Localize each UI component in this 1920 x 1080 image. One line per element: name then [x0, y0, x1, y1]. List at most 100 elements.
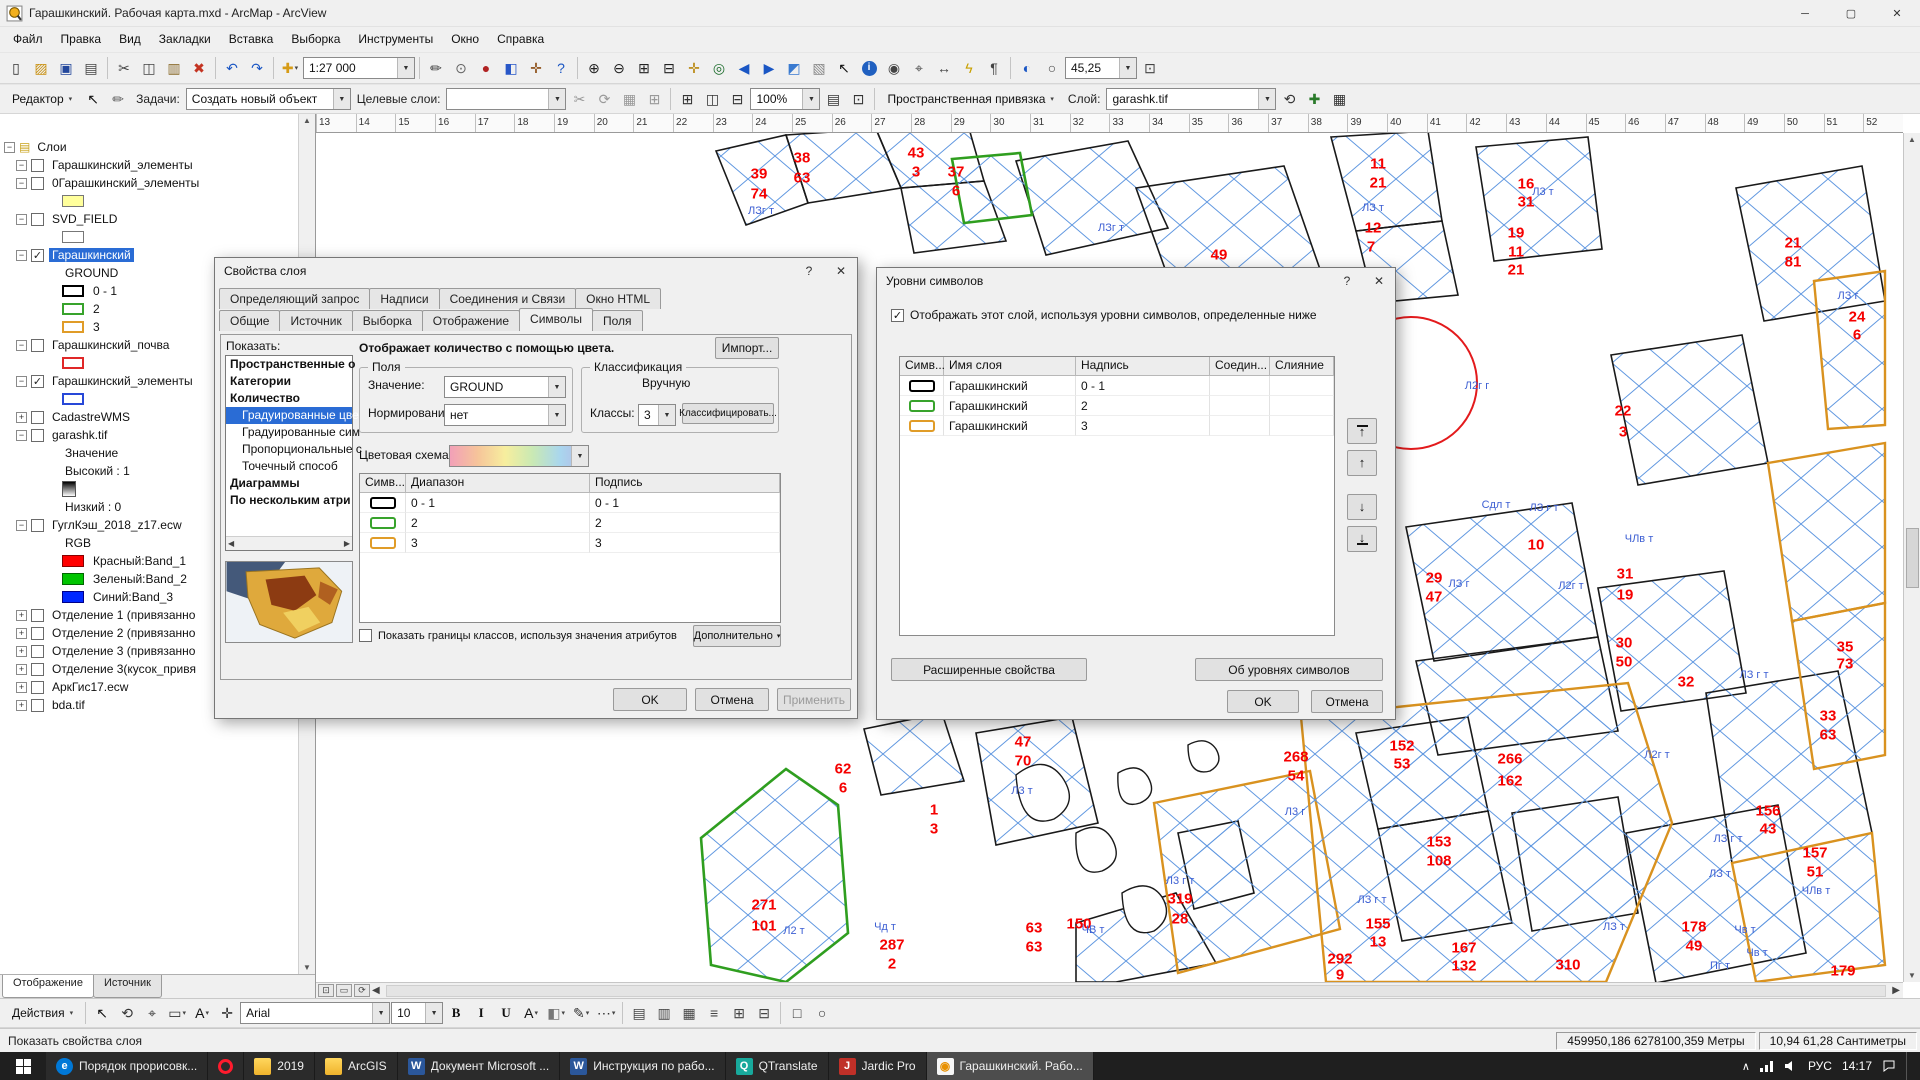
network-icon[interactable]	[1760, 1060, 1774, 1072]
renderer-list-item[interactable]: Пространственные о	[226, 356, 352, 373]
menu-item[interactable]: Правка	[52, 27, 111, 52]
menu-item[interactable]: Справка	[488, 27, 553, 52]
move-up-button[interactable]: ↑	[1347, 450, 1377, 476]
layer-checkbox[interactable]	[31, 177, 44, 190]
apply-button[interactable]: Применить	[777, 688, 851, 711]
pan-window-icon[interactable]: ▤	[821, 87, 845, 111]
drawing-actions-button[interactable]: Действия▾	[4, 1001, 81, 1025]
taskbar-item-folder-arcgis[interactable]: ArcGIS	[315, 1052, 398, 1080]
toc-row[interactable]: −SVD_FIELD	[2, 210, 297, 228]
help-icon[interactable]: ?	[549, 56, 573, 80]
value-field-combo[interactable]: GROUND▼	[444, 376, 566, 398]
layer-checkbox[interactable]	[31, 699, 44, 712]
viewer-window-icon[interactable]: ◫	[700, 87, 724, 111]
zoom-out-icon[interactable]: ⊖	[607, 56, 631, 80]
renderer-list-item[interactable]: Диаграммы	[226, 475, 352, 492]
pan-icon[interactable]: ✛	[682, 56, 706, 80]
layer-checkbox[interactable]: ✓	[31, 375, 44, 388]
renderer-list-item[interactable]: Градуированные сим	[226, 424, 352, 441]
html-popup-icon[interactable]: ¶	[982, 56, 1006, 80]
legend-swatch[interactable]	[62, 357, 84, 369]
color-ramp-combo[interactable]: ▼	[449, 445, 589, 467]
toc-row[interactable]	[2, 192, 297, 210]
symbol-swatch[interactable]	[370, 497, 396, 509]
map-horizontal-scrollbar[interactable]	[386, 985, 1887, 997]
delete-icon[interactable]: ✖	[187, 56, 211, 80]
layer-label[interactable]: Отделение 2 (привязанно	[49, 626, 198, 640]
renderer-list-item[interactable]: Количество	[226, 390, 352, 407]
column-header[interactable]: Симв...	[360, 474, 406, 493]
map-scroll-thumb[interactable]	[1906, 528, 1919, 588]
ungroup-icon[interactable]: ⊟	[752, 1001, 776, 1025]
column-header[interactable]: Симв...	[900, 357, 944, 376]
layer-label[interactable]: Красный:Band_1	[90, 554, 189, 568]
bold-button[interactable]: B	[444, 1001, 468, 1025]
globe-icon[interactable]: ◐	[1015, 56, 1039, 80]
normalization-combo[interactable]: нет▼	[444, 404, 566, 426]
legend-swatch[interactable]	[62, 231, 84, 243]
task-combo[interactable]: Создать новый объект▼	[186, 88, 351, 110]
start-button[interactable]	[0, 1052, 46, 1080]
georef-layer-combo[interactable]: garashk.tif▼	[1106, 88, 1276, 110]
tab-item[interactable]: Поля	[592, 310, 643, 331]
symbol-swatch[interactable]	[370, 517, 396, 529]
layer-checkbox[interactable]	[31, 159, 44, 172]
cancel-button[interactable]: Отмена	[1311, 690, 1383, 713]
layer-checkbox[interactable]: ✓	[31, 249, 44, 262]
find-icon[interactable]: ◉	[882, 56, 906, 80]
fixed-zoom-out-icon[interactable]: ⊟	[657, 56, 681, 80]
menu-item[interactable]: Выборка	[282, 27, 349, 52]
data-view-button[interactable]: ⊡	[318, 984, 334, 997]
clock[interactable]: 14:17	[1842, 1059, 1872, 1073]
layer-label[interactable]: garashk.tif	[49, 428, 110, 442]
fill-color-icon[interactable]: ◧▾	[544, 1001, 568, 1025]
layer-label[interactable]: Синий:Band_3	[90, 590, 176, 604]
pie-icon[interactable]: ○	[1040, 56, 1064, 80]
overview-window-icon[interactable]: ⊟	[725, 87, 749, 111]
layer-checkbox[interactable]	[31, 609, 44, 622]
legend-swatch[interactable]	[62, 321, 84, 333]
attributes-icon[interactable]: ▦	[617, 87, 641, 111]
compass-icon[interactable]: ✛	[524, 56, 548, 80]
add-data-icon[interactable]: ✚▾	[278, 56, 302, 80]
toc-tab-inactive[interactable]: Источник	[93, 975, 162, 998]
tab-item[interactable]: Окно HTML	[575, 288, 661, 309]
legend-swatch[interactable]	[62, 393, 84, 405]
layer-label[interactable]: 2	[90, 302, 103, 316]
collapse-icon[interactable]: −	[16, 376, 27, 387]
rectangle-icon[interactable]: □	[785, 1001, 809, 1025]
layer-checkbox[interactable]	[31, 339, 44, 352]
taskbar-item-arcmap[interactable]: ◉Гарашкинский. Рабо...	[927, 1052, 1094, 1080]
table-row[interactable]: Гарашкинский0 - 1	[900, 376, 1334, 396]
undo-icon[interactable]: ↶	[220, 56, 244, 80]
edit-arrow-icon[interactable]: ↖	[81, 87, 105, 111]
tab-item[interactable]: Надписи	[369, 288, 439, 309]
edit-vertices-icon[interactable]: ✛	[215, 1001, 239, 1025]
ok-button[interactable]: OK	[1227, 690, 1299, 713]
menu-item[interactable]: Инструменты	[349, 27, 442, 52]
renderer-list-item[interactable]: Категории	[226, 373, 352, 390]
layer-label[interactable]: CadastreWMS	[49, 410, 133, 424]
measure-icon[interactable]: ↔	[932, 56, 956, 80]
show-desktop-button[interactable]	[1906, 1052, 1912, 1080]
collapse-icon[interactable]: −	[16, 160, 27, 171]
save-icon[interactable]: ▣	[54, 56, 78, 80]
hyperlink-icon[interactable]: ϟ	[957, 56, 981, 80]
column-header[interactable]: Подпись	[590, 474, 780, 493]
print-icon[interactable]: ▤	[79, 56, 103, 80]
font-size-combo[interactable]: 10▼	[391, 1002, 443, 1024]
back-extent-icon[interactable]: ◀	[732, 56, 756, 80]
language-indicator[interactable]: РУС	[1808, 1059, 1832, 1073]
toc-row[interactable]: −0Гарашкинский_элементы	[2, 174, 297, 192]
table-row[interactable]: Гарашкинский2	[900, 396, 1334, 416]
collapse-icon[interactable]: −	[16, 520, 27, 531]
layer-label[interactable]: Гарашкинский_элементы	[49, 158, 196, 172]
expand-icon[interactable]: +	[16, 610, 27, 621]
topology-icon[interactable]: ●	[474, 56, 498, 80]
renderer-list-item[interactable]: Пропорциональные с	[226, 441, 352, 458]
taskbar-item-opera[interactable]	[208, 1052, 244, 1080]
legend-swatch[interactable]	[62, 573, 84, 585]
menu-item[interactable]: Файл	[4, 27, 52, 52]
distribute-icon[interactable]: ≡	[702, 1001, 726, 1025]
column-header[interactable]: Надпись	[1076, 357, 1210, 376]
